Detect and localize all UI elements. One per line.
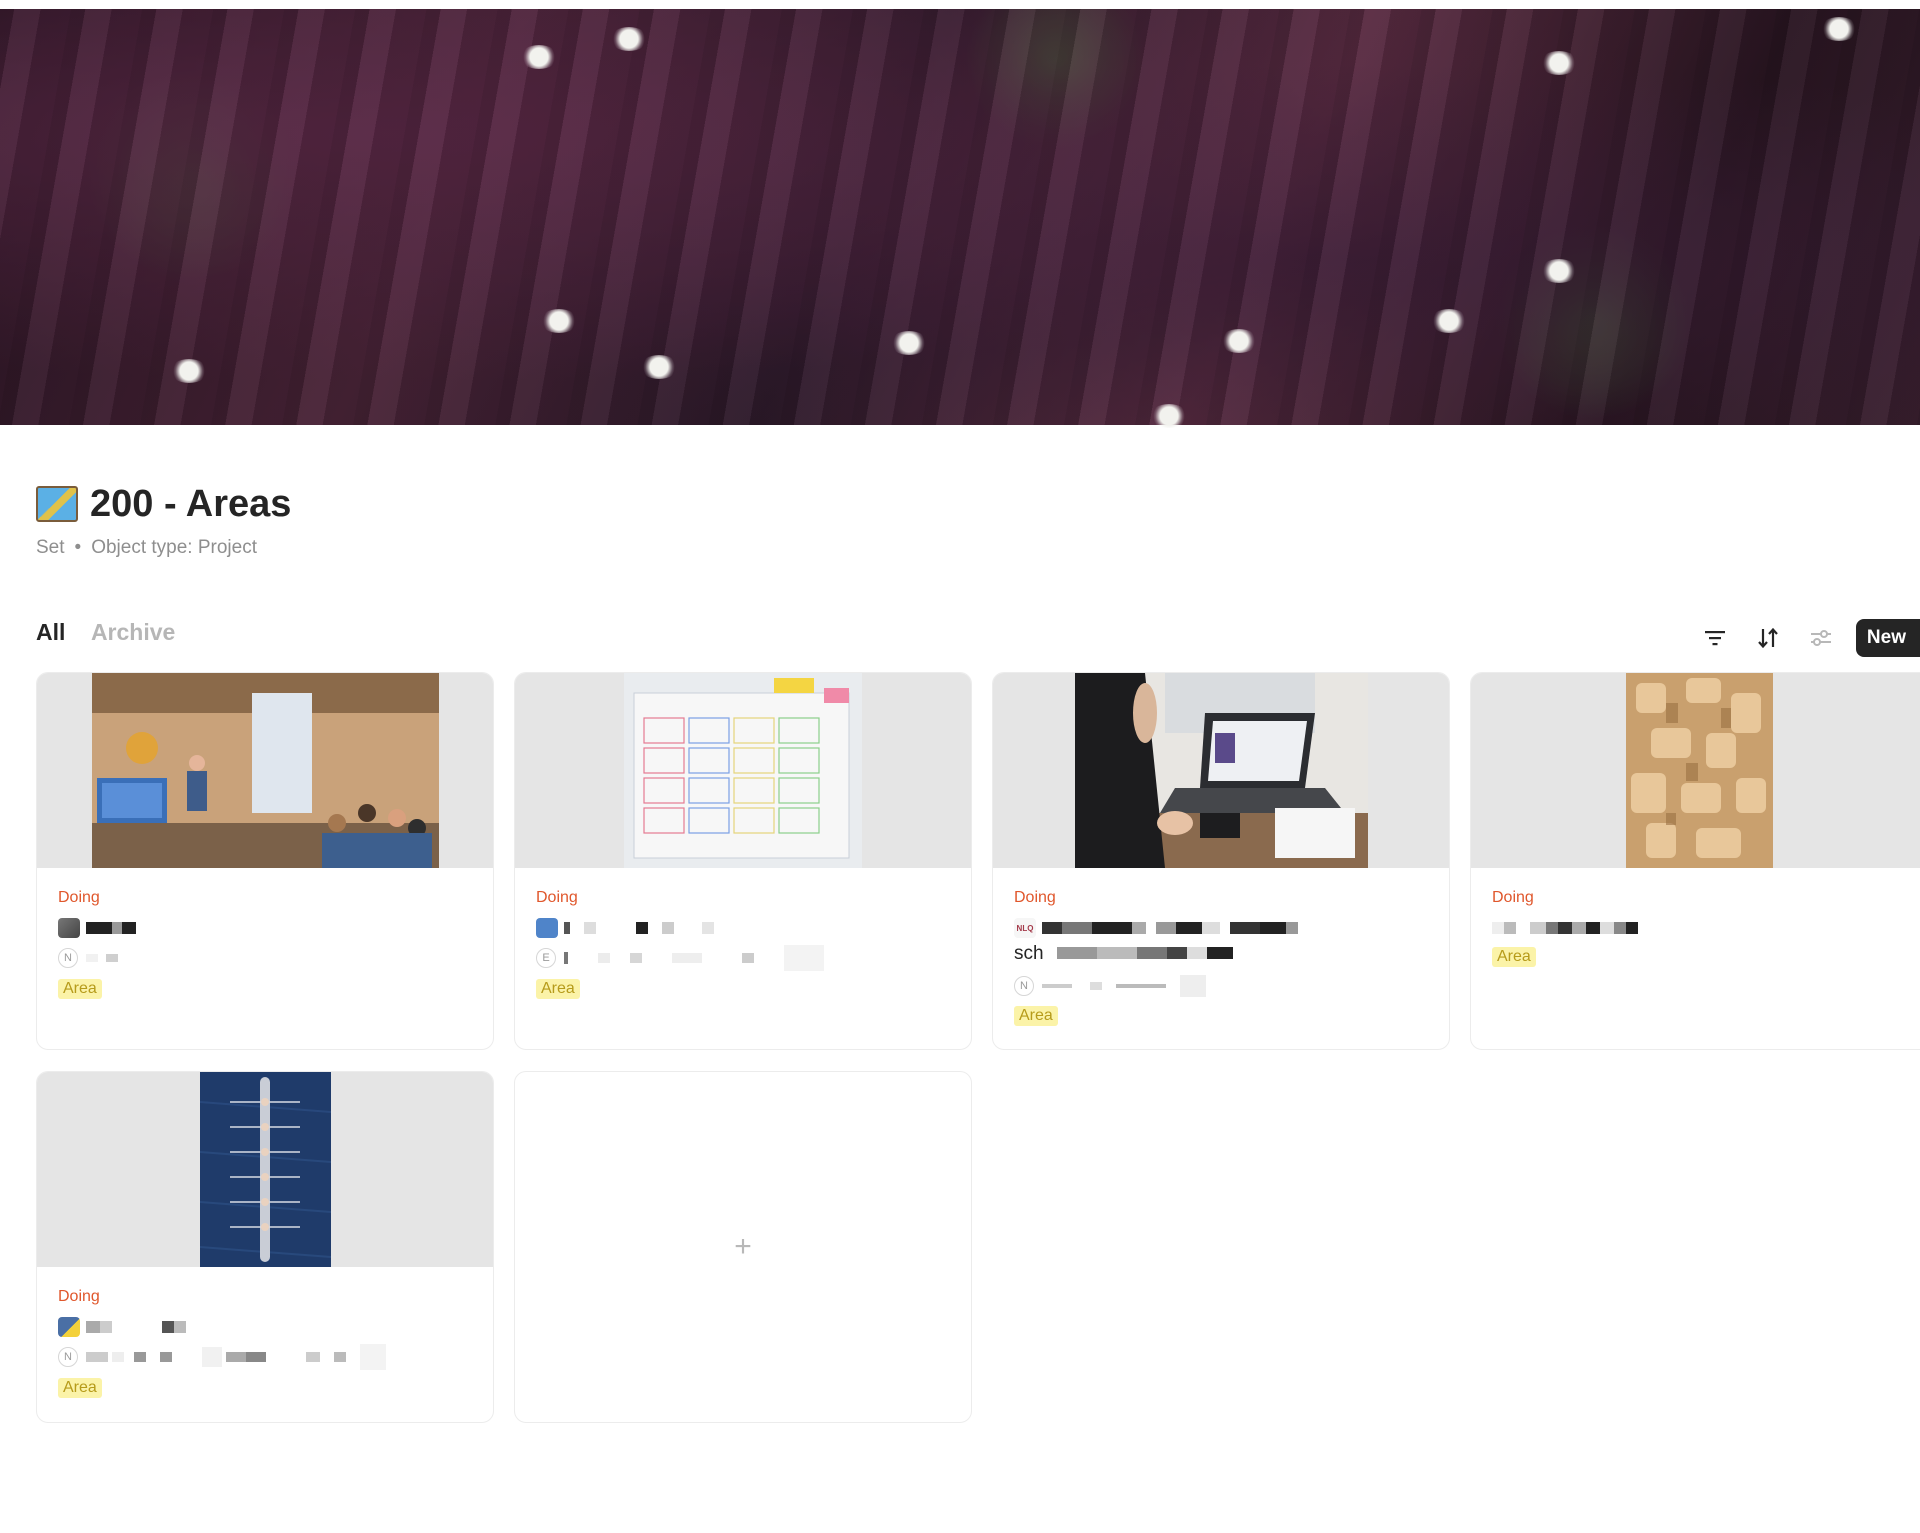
card-relation: N — [58, 947, 118, 969]
office-presentation-photo — [92, 673, 439, 868]
relation-avatar: N — [1014, 976, 1034, 996]
meta-object-type[interactable]: Object type: Project — [91, 537, 257, 558]
card-relation: N — [1014, 975, 1206, 997]
card-title-line2: sch — [1014, 943, 1233, 965]
status-label: Doing — [58, 1288, 100, 1305]
status-label: Doing — [58, 889, 100, 906]
title-partial-text: sch — [1014, 943, 1044, 964]
status-label: Doing — [536, 889, 578, 906]
meta-separator: • — [74, 537, 82, 558]
filter-icon[interactable] — [1697, 620, 1733, 656]
relation-avatar: N — [58, 948, 78, 968]
status-label: Doing — [1014, 889, 1056, 906]
plus-icon[interactable]: + — [734, 1230, 752, 1264]
rowing-boat-photo — [200, 1072, 331, 1267]
idea-icon — [58, 1317, 80, 1337]
card-item[interactable]: Doing NLQ sch N Area — [992, 672, 1450, 1050]
new-button[interactable]: New — [1855, 619, 1920, 657]
relation-avatar: E — [536, 948, 556, 968]
card-cover — [993, 673, 1449, 868]
tag-area: Area — [1492, 947, 1536, 967]
card-relation: N — [58, 1344, 386, 1370]
planning-board-photo — [624, 673, 862, 868]
card-title[interactable] — [536, 917, 714, 939]
tag-area: Area — [1014, 1006, 1058, 1026]
abc-icon — [536, 918, 558, 938]
tab-archive[interactable]: Archive — [91, 619, 175, 645]
sort-icon[interactable] — [1750, 620, 1786, 656]
tag-area: Area — [58, 1378, 102, 1398]
card-item[interactable]: Doing N Area — [36, 1071, 494, 1423]
logo-icon: NLQ — [1014, 918, 1036, 938]
card-cover — [37, 1072, 493, 1267]
sliders-icon[interactable] — [1803, 620, 1839, 656]
tab-all[interactable]: All — [36, 619, 65, 645]
card-title[interactable] — [58, 917, 136, 939]
card-title[interactable]: NLQ — [1014, 917, 1298, 939]
tag-area: Area — [536, 979, 580, 999]
card-cover — [515, 673, 971, 868]
card-relation: E — [536, 945, 824, 971]
card-item[interactable]: Doing N Area — [36, 672, 494, 1050]
card-cover — [1471, 673, 1920, 868]
card-cover — [37, 673, 493, 868]
camera-icon — [58, 918, 80, 938]
world-map-icon[interactable] — [36, 486, 78, 522]
page-title[interactable]: 200 - Areas — [90, 479, 291, 529]
meta-kind: Set — [36, 537, 65, 558]
card-title[interactable] — [1492, 917, 1638, 939]
view-controls: New — [1697, 618, 1920, 658]
status-label: Doing — [1492, 889, 1534, 906]
cover-image — [0, 9, 1920, 428]
card-item[interactable]: Doing E Area — [514, 672, 972, 1050]
wooden-blocks-photo — [1626, 673, 1773, 868]
card-title[interactable] — [58, 1316, 186, 1338]
relation-avatar: N — [58, 1347, 78, 1367]
page-meta: Set • Object type: Project — [36, 537, 257, 559]
view-tabs: All Archive — [36, 619, 195, 646]
top-strip — [0, 0, 1920, 9]
tag-area: Area — [58, 979, 102, 999]
add-card-button[interactable]: + — [514, 1071, 972, 1423]
card-item[interactable]: Doing Area — [1470, 672, 1920, 1050]
laptop-work-photo — [1075, 673, 1368, 868]
